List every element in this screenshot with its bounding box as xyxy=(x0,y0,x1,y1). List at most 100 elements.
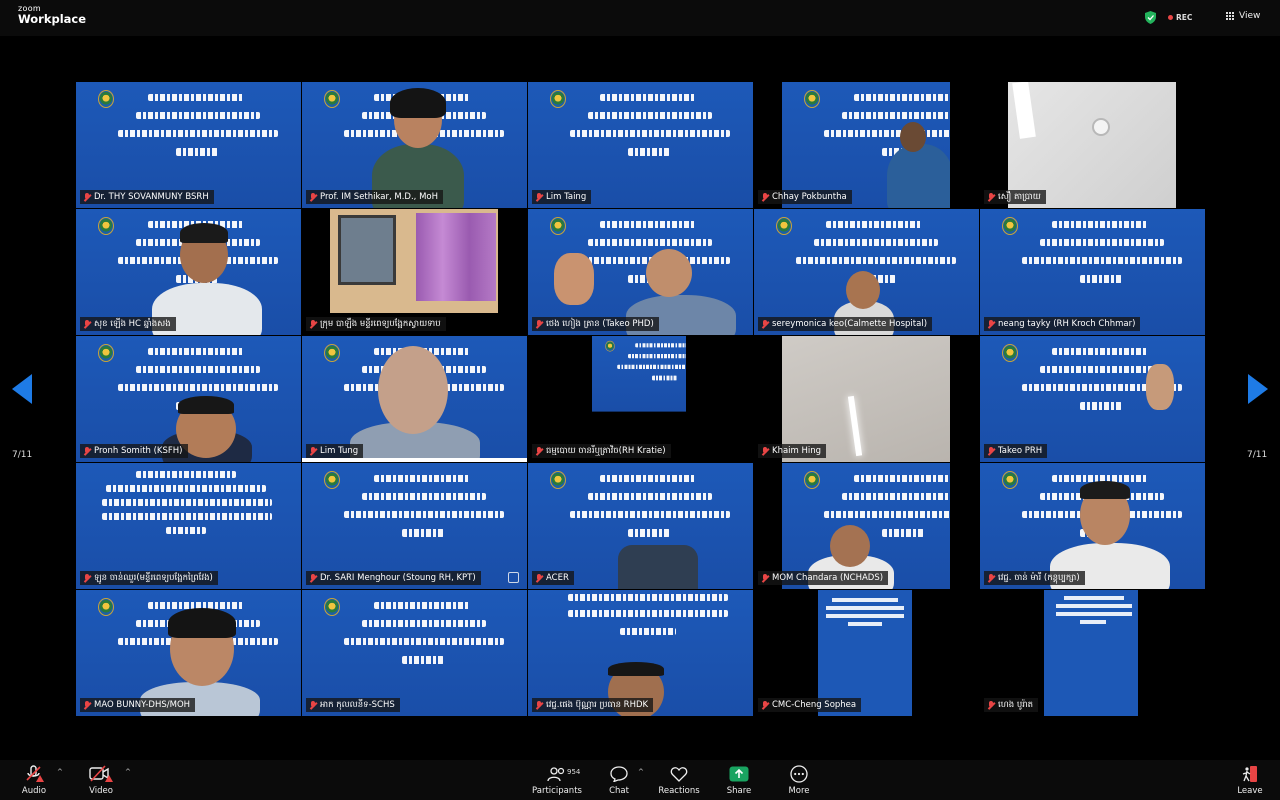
participant-name-tag: MAO BUNNY-DHS/MOH xyxy=(80,698,196,712)
mic-muted-icon xyxy=(761,192,769,202)
video-tile[interactable]: Takeo PRH xyxy=(980,336,1205,462)
share-arrow-icon xyxy=(727,764,751,784)
leave-label: Leave xyxy=(1237,786,1263,796)
video-tile[interactable]: ឡូន ចាន់ឈួរ(មន្ទីរពេទ្យបង្អែកព្រៃវែង) xyxy=(76,463,301,589)
video-tile[interactable]: Khaim Hing xyxy=(754,336,979,462)
page-indicator-right: 7/11 xyxy=(1247,450,1268,460)
participant-name: Chhay Pokbuntha xyxy=(772,192,847,202)
recording-indicator[interactable]: REC xyxy=(1168,13,1192,22)
heart-icon xyxy=(667,764,691,784)
participant-name: វេជ្ជ. ចាន់ ម៉ារី (កន្តុប្បក្សា) xyxy=(998,573,1080,583)
leave-button[interactable]: Leave xyxy=(1220,764,1280,796)
video-tile[interactable]: ហេង បូរ៉ាត xyxy=(980,590,1205,716)
participant-name: វេជ្ជ.ផេង ប៊ុណ្ណារ ប្រធាន RHDK xyxy=(546,700,649,710)
participant-name-tag: ហេង បូរ៉ាត xyxy=(984,698,1039,712)
meeting-toolbar: Audio ^ Video ^ Participants 954 Chat ^ … xyxy=(0,760,1280,800)
participant-name-tag: Lim Taing xyxy=(532,190,592,204)
participants-icon xyxy=(545,764,569,784)
participant-name-tag: វេជ្ជ. ចាន់ ម៉ារី (កន្តុប្បក្សា) xyxy=(984,571,1085,585)
view-button[interactable]: View xyxy=(1226,11,1260,21)
reactions-label: Reactions xyxy=(658,786,700,796)
participant-name-tag: Lim Tung xyxy=(306,444,364,458)
participant-name-tag: ACER xyxy=(532,571,574,585)
video-tile[interactable]: ធម្មបោយ ចានរីឬត្រាវិច(RH Kratie) xyxy=(528,336,753,462)
encryption-shield-icon[interactable] xyxy=(1145,11,1156,24)
video-tile[interactable]: MOM Chandara (NCHADS) xyxy=(754,463,979,589)
video-tile[interactable]: Dr. THY SOVANMUNY BSRH xyxy=(76,82,301,208)
audio-options-caret-icon[interactable]: ^ xyxy=(57,768,63,776)
video-tile[interactable]: វេជ្ជ. ចាន់ ម៉ារី (កន្តុប្បក្សា) xyxy=(980,463,1205,589)
previous-page-arrow-icon[interactable] xyxy=(12,374,32,404)
video-tile[interactable]: សុខ ឡើង HC ឆ្នាំងសង xyxy=(76,209,301,335)
chat-options-caret-icon[interactable]: ^ xyxy=(638,768,644,776)
video-tile[interactable]: Lim Tung xyxy=(302,336,527,462)
audio-button[interactable]: Audio xyxy=(4,764,64,796)
participant-name: Prof. IM Sethikar, M.D., MoH xyxy=(320,192,439,202)
participant-name: Dr. SARI Menghour (Stoung RH, KPT) xyxy=(320,573,476,583)
participant-name: សុខ ឡើង HC ឆ្នាំងសង xyxy=(94,319,171,329)
view-label: View xyxy=(1239,11,1261,21)
video-tile[interactable]: អាក កុលលនីទ-SCHS xyxy=(302,590,527,716)
video-tile[interactable]: Prof. IM Sethikar, M.D., MoH xyxy=(302,82,527,208)
video-tile[interactable]: CMC-Cheng Sophea xyxy=(754,590,979,716)
page-indicator-left: 7/11 xyxy=(12,450,33,460)
mic-muted-icon xyxy=(987,573,995,583)
mic-muted-icon xyxy=(535,573,543,583)
participant-name: sereymonica keo(Calmette Hospital) xyxy=(772,319,928,329)
grid-view-icon xyxy=(1226,11,1235,21)
mic-muted-icon xyxy=(309,573,317,583)
mic-muted-icon xyxy=(761,319,769,329)
chat-icon xyxy=(607,764,631,784)
mic-muted-icon xyxy=(83,446,91,456)
mic-muted-icon xyxy=(987,192,995,202)
participant-name-tag: Khaim Hing xyxy=(758,444,827,458)
participant-name-tag: Dr. SARI Menghour (Stoung RH, KPT) xyxy=(306,571,481,585)
participant-name: MOM Chandara (NCHADS) xyxy=(772,573,884,583)
mic-muted-icon xyxy=(535,192,543,202)
mic-muted-icon xyxy=(309,192,317,202)
video-off-icon xyxy=(89,764,113,784)
participant-count: 954 xyxy=(567,768,581,776)
zoom-workplace-logo: zoom Workplace xyxy=(18,5,86,26)
video-tile[interactable]: ក្រុម បាឡឹង មន្ទីរពេទ្យបង្អែកស្វាយទាប xyxy=(302,209,527,335)
more-button[interactable]: More xyxy=(769,764,829,796)
next-page-arrow-icon[interactable] xyxy=(1248,374,1268,404)
mic-muted-icon xyxy=(83,573,91,583)
video-tile[interactable]: ACER xyxy=(528,463,753,589)
pin-icon[interactable] xyxy=(508,572,519,583)
mic-muted-icon xyxy=(309,700,317,710)
participant-name: Takeo PRH xyxy=(998,446,1043,456)
video-tile[interactable]: MAO BUNNY-DHS/MOH xyxy=(76,590,301,716)
video-button[interactable]: Video xyxy=(71,764,131,796)
chat-label: Chat xyxy=(609,786,629,796)
participant-name-tag: CMC-Cheng Sophea xyxy=(758,698,862,712)
mic-muted-icon xyxy=(22,764,46,784)
video-tile[interactable]: neang tayky (RH Kroch Chhmar) xyxy=(980,209,1205,335)
top-bar: zoom Workplace REC View xyxy=(0,0,1280,36)
mic-muted-icon xyxy=(761,573,769,583)
mic-muted-icon xyxy=(761,700,769,710)
mic-muted-icon xyxy=(987,446,995,456)
participant-name: ថេង ហៀង ត្រាន (Takeo PHD) xyxy=(546,319,654,329)
participant-name-tag: MOM Chandara (NCHADS) xyxy=(758,571,889,585)
participant-name: ធម្មបោយ ចានរីឬត្រាវិច(RH Kratie) xyxy=(546,446,666,456)
share-label: Share xyxy=(726,786,752,796)
video-tile[interactable]: Chhay Pokbuntha xyxy=(754,82,979,208)
reactions-button[interactable]: Reactions xyxy=(649,764,709,796)
mic-muted-icon xyxy=(83,700,91,710)
video-tile[interactable]: Pronh Somith (KSFH) xyxy=(76,336,301,462)
participant-name: MAO BUNNY-DHS/MOH xyxy=(94,700,191,710)
participant-name: Khaim Hing xyxy=(772,446,822,456)
video-tile[interactable]: Dr. SARI Menghour (Stoung RH, KPT) xyxy=(302,463,527,589)
participant-name-tag: ធម្មបោយ ចានរីឬត្រាវិច(RH Kratie) xyxy=(532,444,671,458)
share-button[interactable]: Share xyxy=(709,764,769,796)
video-tile[interactable]: វេជ្ជ.ផេង ប៊ុណ្ណារ ប្រធាន RHDK xyxy=(528,590,753,716)
participant-name: ក្រុម បាឡឹង មន្ទីរពេទ្យបង្អែកស្វាយទាប xyxy=(320,319,441,329)
video-options-caret-icon[interactable]: ^ xyxy=(125,768,131,776)
video-tile[interactable]: Lim Taing xyxy=(528,82,753,208)
video-tile[interactable]: សឿ តាប្រាយ xyxy=(980,82,1205,208)
video-tile[interactable]: sereymonica keo(Calmette Hospital) xyxy=(754,209,979,335)
participant-name-tag: Chhay Pokbuntha xyxy=(758,190,852,204)
video-tile[interactable]: ថេង ហៀង ត្រាន (Takeo PHD) xyxy=(528,209,753,335)
participant-name-tag: អាក កុលលនីទ-SCHS xyxy=(306,698,400,712)
